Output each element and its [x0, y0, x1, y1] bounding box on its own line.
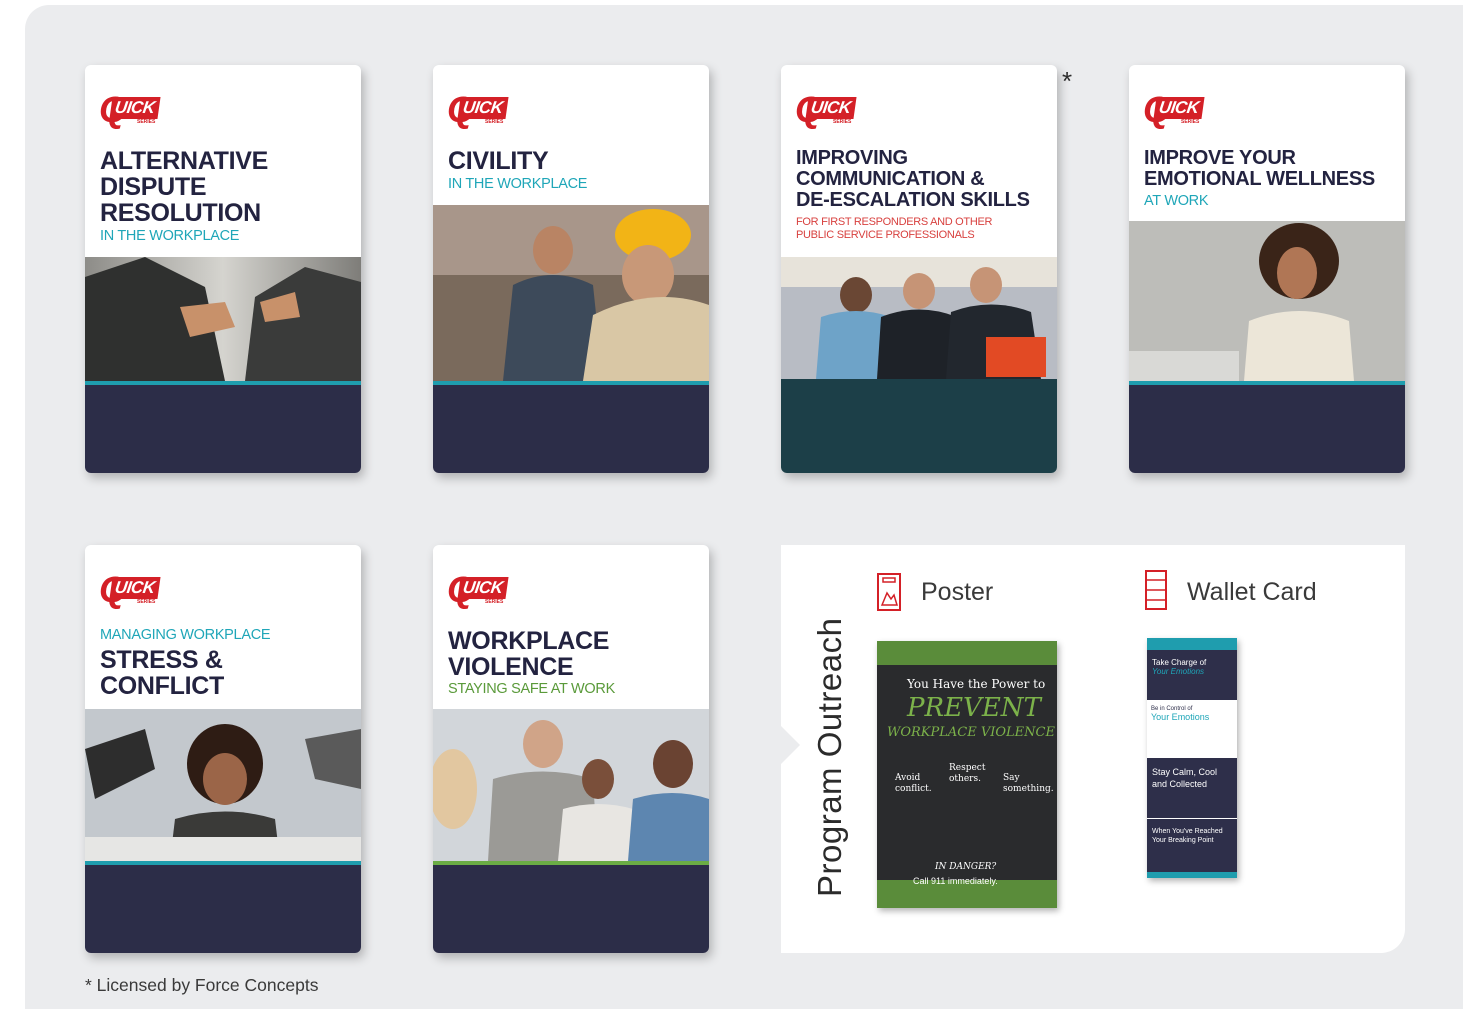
poster-call: Call 911 immediately.: [913, 876, 998, 886]
poster-line2: PREVENT: [907, 693, 1041, 723]
wallet-card-icon: [1145, 570, 1167, 610]
quick-series-logo: QUICKSERIES: [99, 571, 169, 615]
poster-icon: [877, 573, 901, 611]
card-cover-bottom: [85, 865, 361, 953]
card-title: IMPROVING COMMUNICATION & DE-ESCALATION SK…: [796, 147, 1030, 211]
card-subtitle: FOR FIRST RESPONDERS AND OTHER PUBLIC SER…: [796, 216, 993, 241]
card-photo: [1129, 221, 1405, 381]
wallet-seg-4: When You've Reached Your Breaking Point: [1147, 818, 1237, 878]
card-subtitle: IN THE WORKPLACE: [100, 228, 240, 244]
card-cover-bottom: [85, 385, 361, 473]
card-civility[interactable]: QUICKSERIES CIVILITY IN THE WORKPLACE: [433, 65, 709, 473]
card-emotional-wellness[interactable]: QUICKSERIES IMPROVE YOUREMOTIONAL WELLNE…: [1129, 65, 1405, 473]
wallet-seg-1: Take Charge of Your Emotions: [1147, 638, 1237, 700]
poster-thumbnail[interactable]: You Have the Power to PREVENT WORKPLACE …: [877, 641, 1057, 908]
poster-col1: Avoid conflict.: [895, 773, 932, 794]
card-improving-communication[interactable]: QUICKSERIES IMPROVINGCOMMUNICATION &DE-E…: [781, 65, 1057, 473]
card-cover-bottom: [433, 865, 709, 953]
card-workplace-violence[interactable]: QUICKSERIES WORKPLACEVIOLENCE STAYING SA…: [433, 545, 709, 953]
poster-col3: Say something.: [1003, 773, 1054, 794]
poster-danger: IN DANGER?: [935, 862, 997, 872]
card-title: ALTERNATIVE DISPUTE RESOLUTION: [100, 147, 268, 227]
card-photo: [433, 205, 709, 381]
card-subtitle: STAYING SAFE AT WORK: [448, 681, 615, 697]
card-subtitle: IN THE WORKPLACE: [448, 176, 588, 192]
card-photo: [85, 257, 361, 381]
poster-label: Poster: [921, 578, 994, 606]
wallet-seg-3: Stay Calm, Cool and Collected: [1147, 758, 1237, 818]
panel-notch: [780, 725, 800, 765]
license-asterisk: *: [1062, 66, 1073, 96]
quick-series-logo: QUICKSERIES: [1143, 91, 1213, 135]
program-outreach-panel: Program Outreach Poster Wallet Card You …: [780, 545, 1405, 953]
quick-series-logo: QUICKSERIES: [447, 91, 517, 135]
poster-col2: Respect others.: [949, 763, 986, 784]
card-title: IMPROVE YOUR EMOTIONAL WELLNESS: [1144, 147, 1375, 190]
card-alternative-dispute-resolution[interactable]: QUICKSERIES ALTERNATIVEDISPUTERESOLUTION…: [85, 65, 361, 473]
quick-series-logo: QUICKSERIES: [99, 91, 169, 135]
quick-series-logo: QUICKSERIES: [795, 91, 865, 135]
poster-line1: You Have the Power to: [907, 677, 1046, 691]
card-cover-bottom: [1129, 385, 1405, 473]
card-subtitle: AT WORK: [1144, 193, 1209, 209]
card-cover-bottom: [433, 385, 709, 473]
card-photo: [85, 709, 361, 861]
license-footnote: * Licensed by Force Concepts: [85, 975, 319, 995]
wallet-card-thumbnail[interactable]: Take Charge of Your Emotions Be in Contr…: [1147, 638, 1237, 878]
wallet-seg-2: Be in Control of Your Emotions: [1147, 700, 1237, 758]
poster-line3: WORKPLACE VIOLENCE: [887, 725, 1055, 740]
card-title: STRESS & CONFLICT: [100, 646, 224, 700]
card-title: CIVILITY: [448, 147, 549, 175]
program-outreach-title: Program Outreach: [811, 617, 848, 897]
card-title: WORKPLACE VIOLENCE: [448, 627, 610, 681]
card-pretitle: MANAGING WORKPLACE: [100, 627, 271, 643]
card-photo: [781, 257, 1057, 379]
card-stress-conflict[interactable]: QUICKSERIES MANAGING WORKPLACE STRESS &C…: [85, 545, 361, 953]
quick-series-logo: QUICKSERIES: [447, 571, 517, 615]
card-photo: [433, 709, 709, 861]
wallet-card-label: Wallet Card: [1187, 578, 1317, 606]
poster-header-band: [877, 641, 1057, 665]
card-cover-bottom: [781, 379, 1057, 473]
